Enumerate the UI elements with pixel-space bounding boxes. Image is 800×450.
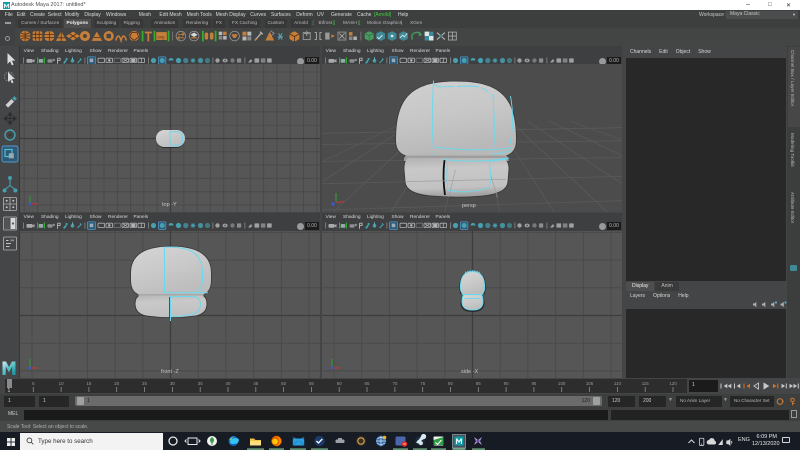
svg-text:5: 5 [32, 381, 35, 386]
svg-text:55: 55 [309, 381, 314, 386]
svg-text:45: 45 [253, 381, 258, 386]
svg-text:120: 120 [669, 381, 677, 386]
svg-text:35: 35 [198, 381, 203, 386]
svg-text:40: 40 [226, 381, 231, 386]
svg-text:svg: svg [158, 34, 165, 39]
svg-text:side -X: side -X [461, 369, 478, 375]
svg-text:15: 15 [86, 381, 91, 386]
svg-text:115: 115 [642, 381, 650, 386]
svg-text:25: 25 [142, 381, 147, 386]
svg-text:persp: persp [462, 203, 476, 209]
svg-text:70: 70 [392, 381, 397, 386]
svg-text:110: 110 [614, 381, 622, 386]
svg-text:65: 65 [365, 381, 370, 386]
svg-text:90: 90 [504, 381, 509, 386]
svg-text:95: 95 [531, 381, 536, 386]
svg-text:75: 75 [420, 381, 425, 386]
svg-text:50: 50 [281, 381, 286, 386]
svg-text:60: 60 [337, 381, 342, 386]
svg-text:10: 10 [59, 381, 64, 386]
svg-text:20: 20 [114, 381, 119, 386]
svg-text:85: 85 [476, 381, 481, 386]
svg-text:80: 80 [448, 381, 453, 386]
svg-text:105: 105 [586, 381, 594, 386]
svg-text:30: 30 [170, 381, 175, 386]
svg-text:top -Y: top -Y [162, 202, 177, 208]
svg-text:100: 100 [558, 381, 566, 386]
svg-text:front -Z: front -Z [161, 369, 179, 375]
svg-text:1: 1 [8, 388, 11, 393]
